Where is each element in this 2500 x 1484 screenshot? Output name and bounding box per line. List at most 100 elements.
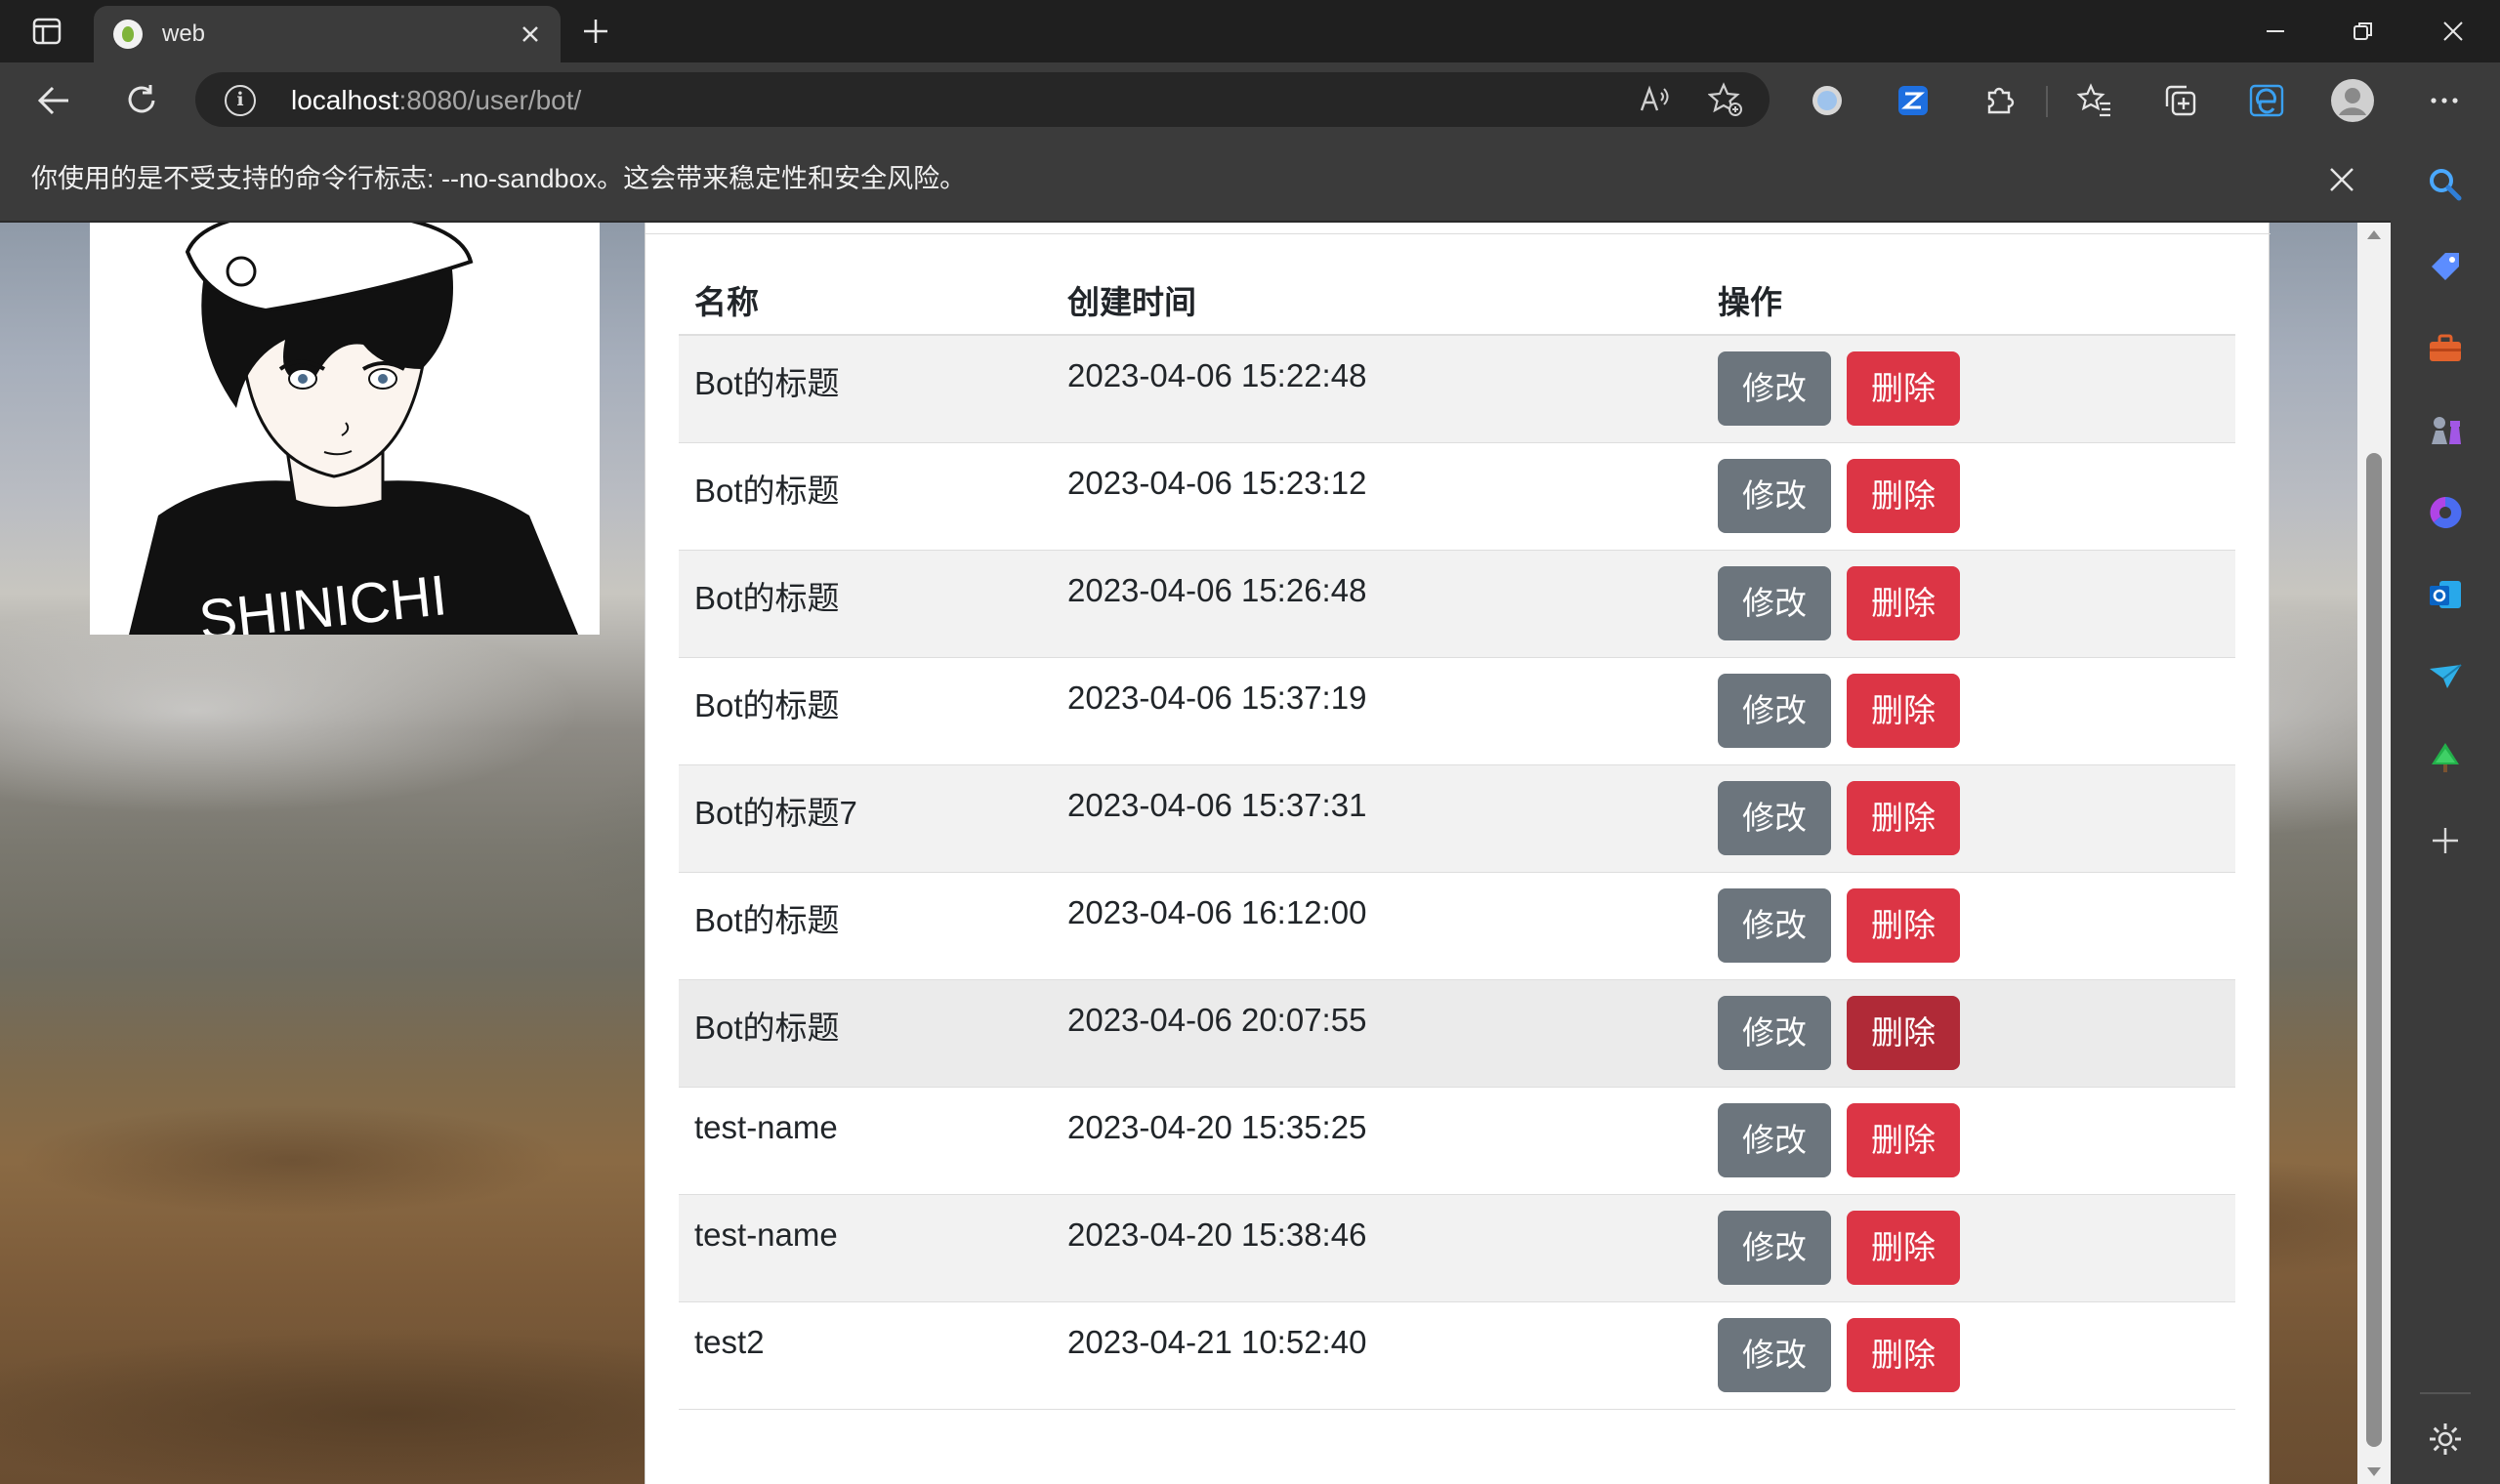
scroll-up-arrow-icon[interactable] xyxy=(2367,230,2381,239)
back-icon[interactable] xyxy=(29,76,78,125)
delete-button[interactable]: 删除 xyxy=(1847,1210,1960,1285)
favorites-icon[interactable] xyxy=(2070,76,2119,125)
collections-icon[interactable] xyxy=(2156,76,2205,125)
bot-created-cell: 2023-04-21 10:52:40 xyxy=(1052,1301,1702,1410)
new-tab-button[interactable] xyxy=(576,12,615,51)
column-header-name: 名称 xyxy=(679,265,1052,336)
edit-button[interactable]: 修改 xyxy=(1718,565,1831,640)
delete-button[interactable]: 删除 xyxy=(1847,458,1960,533)
bot-created-cell: 2023-04-06 16:12:00 xyxy=(1052,872,1702,980)
delete-button[interactable]: 删除 xyxy=(1847,780,1960,855)
copilot-icon[interactable] xyxy=(2418,485,2473,540)
minimize-button[interactable] xyxy=(2246,8,2305,55)
toolbox-icon[interactable] xyxy=(2418,321,2473,376)
scroll-down-arrow-icon[interactable] xyxy=(2367,1467,2381,1476)
edit-button[interactable]: 修改 xyxy=(1718,887,1831,963)
anime-avatar-image: SHINICHI xyxy=(90,223,600,635)
more-menu-icon[interactable] xyxy=(2420,76,2469,125)
page-viewport: SHINICHI 名称 创建时间 操作 Bot的标题 2023-04-06 15… xyxy=(0,223,2391,1484)
edge-sidebar xyxy=(2391,137,2500,1484)
table-row: Bot的标题 2023-04-06 20:07:55 修改 删除 xyxy=(679,979,2235,1088)
bot-actions-cell: 修改 删除 xyxy=(1702,979,2235,1088)
site-favicon-icon xyxy=(113,20,143,49)
bot-name-cell: Bot的标题7 xyxy=(679,764,1052,873)
extension-z-icon[interactable] xyxy=(1889,76,1938,125)
delete-button[interactable]: 删除 xyxy=(1847,1102,1960,1177)
delete-button[interactable]: 删除 xyxy=(1847,995,1960,1070)
bot-actions-cell: 修改 删除 xyxy=(1702,1194,2235,1302)
edit-button[interactable]: 修改 xyxy=(1718,995,1831,1070)
edit-button[interactable]: 修改 xyxy=(1718,458,1831,533)
edit-button[interactable]: 修改 xyxy=(1718,673,1831,748)
settings-gear-icon[interactable] xyxy=(2418,1412,2473,1466)
delete-button[interactable]: 删除 xyxy=(1847,351,1960,426)
delete-button[interactable]: 删除 xyxy=(1847,673,1960,748)
browser-tab[interactable]: web xyxy=(94,6,561,62)
delete-button[interactable]: 删除 xyxy=(1847,565,1960,640)
tag-icon[interactable] xyxy=(2418,239,2473,294)
bot-list-card: 名称 创建时间 操作 Bot的标题 2023-04-06 15:22:48 修改… xyxy=(645,223,2271,1484)
edge-icon[interactable] xyxy=(2242,76,2291,125)
search-icon[interactable] xyxy=(2418,157,2473,212)
info-icon[interactable]: i xyxy=(225,85,256,116)
edit-button[interactable]: 修改 xyxy=(1718,351,1831,426)
bot-created-cell: 2023-04-06 15:37:19 xyxy=(1052,657,1702,765)
url-text[interactable]: localhost:8080/user/bot/ xyxy=(291,85,581,116)
edit-button[interactable]: 修改 xyxy=(1718,1210,1831,1285)
page-scrollbar[interactable] xyxy=(2357,223,2391,1484)
address-bar[interactable]: i localhost:8080/user/bot/ xyxy=(195,72,1770,127)
bot-name-cell: test-name xyxy=(679,1194,1052,1302)
bot-name-cell: test2 xyxy=(679,1301,1052,1410)
tab-strip: web xyxy=(0,0,2500,62)
bot-name-cell: Bot的标题 xyxy=(679,872,1052,980)
bot-name-cell: Bot的标题 xyxy=(679,657,1052,765)
read-aloud-icon[interactable] xyxy=(1637,81,1674,118)
close-window-button[interactable] xyxy=(2424,8,2482,55)
add-icon[interactable] xyxy=(2418,813,2473,868)
column-header-actions: 操作 xyxy=(1702,265,2235,336)
bot-created-cell: 2023-04-06 15:26:48 xyxy=(1052,550,1702,658)
table-row: test-name 2023-04-20 15:35:25 修改 删除 xyxy=(679,1087,2235,1195)
delete-button[interactable]: 删除 xyxy=(1847,887,1960,963)
bot-name-cell: Bot的标题 xyxy=(679,979,1052,1088)
restore-button[interactable] xyxy=(2334,8,2393,55)
extension-circle-icon[interactable] xyxy=(1803,76,1852,125)
table-row: Bot的标题 2023-04-06 16:12:00 修改 删除 xyxy=(679,872,2235,980)
browser-toolbar: i localhost:8080/user/bot/ xyxy=(0,62,2500,137)
bot-name-cell: Bot的标题 xyxy=(679,550,1052,658)
add-favorite-icon[interactable] xyxy=(1707,81,1744,118)
edit-button[interactable]: 修改 xyxy=(1718,1317,1831,1392)
bot-actions-cell: 修改 删除 xyxy=(1702,657,2235,765)
bot-created-cell: 2023-04-06 15:22:48 xyxy=(1052,335,1702,443)
table-row: Bot的标题 2023-04-06 15:22:48 修改 删除 xyxy=(679,335,2235,443)
refresh-icon[interactable] xyxy=(117,76,166,125)
bot-actions-cell: 修改 删除 xyxy=(1702,550,2235,658)
tab-actions-icon[interactable] xyxy=(18,12,76,51)
infobar-close-icon[interactable] xyxy=(2320,158,2363,201)
tree-icon[interactable] xyxy=(2418,731,2473,786)
bot-created-cell: 2023-04-20 15:35:25 xyxy=(1052,1087,1702,1195)
table-row: Bot的标题 2023-04-06 15:23:12 修改 删除 xyxy=(679,442,2235,551)
scrollbar-thumb[interactable] xyxy=(2366,453,2382,1447)
table-row: Bot的标题7 2023-04-06 15:37:31 修改 删除 xyxy=(679,764,2235,873)
send-icon[interactable] xyxy=(2418,649,2473,704)
delete-button[interactable]: 删除 xyxy=(1847,1317,1960,1392)
bot-name-cell: test-name xyxy=(679,1087,1052,1195)
edit-button[interactable]: 修改 xyxy=(1718,780,1831,855)
extensions-puzzle-icon[interactable] xyxy=(1975,76,2023,125)
bot-actions-cell: 修改 删除 xyxy=(1702,1087,2235,1195)
bot-actions-cell: 修改 删除 xyxy=(1702,764,2235,873)
profile-avatar-icon[interactable] xyxy=(2328,76,2377,125)
tab-title: web xyxy=(162,21,206,47)
bot-actions-cell: 修改 删除 xyxy=(1702,442,2235,551)
tab-close-icon[interactable] xyxy=(514,18,547,51)
table-row: Bot的标题 2023-04-06 15:26:48 修改 删除 xyxy=(679,550,2235,658)
table-row: test2 2023-04-21 10:52:40 修改 删除 xyxy=(679,1301,2235,1410)
bot-actions-cell: 修改 删除 xyxy=(1702,335,2235,443)
chess-icon[interactable] xyxy=(2418,403,2473,458)
outlook-icon[interactable] xyxy=(2418,567,2473,622)
bot-created-cell: 2023-04-06 15:37:31 xyxy=(1052,764,1702,873)
edit-button[interactable]: 修改 xyxy=(1718,1102,1831,1177)
infobar-message: 你使用的是不受支持的命令行标志: --no-sandbox。这会带来稳定性和安全… xyxy=(31,164,967,193)
column-header-created: 创建时间 xyxy=(1052,265,1702,336)
